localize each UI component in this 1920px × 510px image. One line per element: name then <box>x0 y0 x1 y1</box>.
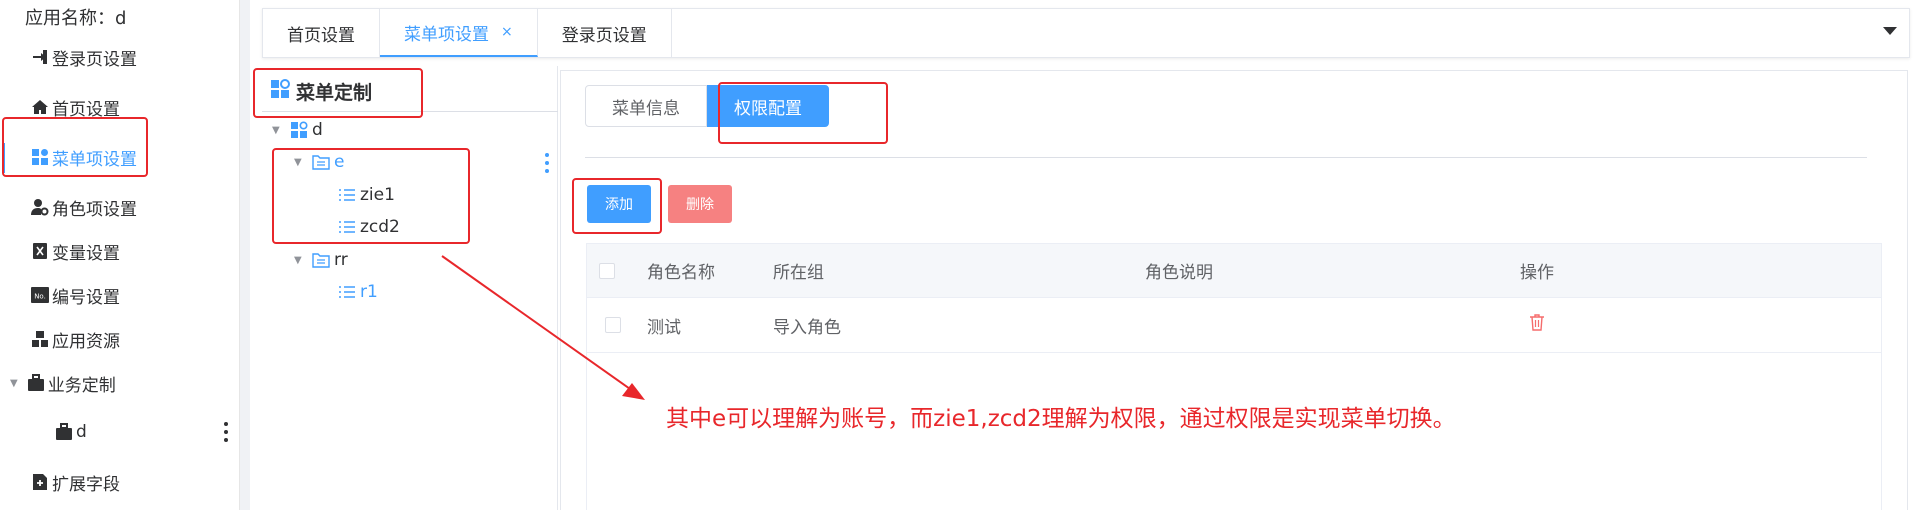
tree-node-label: d <box>312 120 323 140</box>
sidebar-item-label: 编号设置 <box>52 287 120 308</box>
tree-header: 菜单定制 <box>270 76 550 106</box>
tab-login-settings[interactable]: 登录页设置 <box>538 9 672 57</box>
list-icon <box>338 218 356 236</box>
column-header: 角色说明 <box>1145 263 1213 283</box>
sidebar-item-label: 业务定制 <box>47 375 116 396</box>
tree-node-r1[interactable]: r1 <box>338 278 378 306</box>
sub-tabs: 菜单信息 权限配置 <box>585 85 829 127</box>
table-header: 角色名称 所在组 角色说明 操作 <box>587 244 1881 298</box>
annotation-arrow <box>441 255 645 400</box>
tree-node-e[interactable]: ▼ e <box>294 148 344 176</box>
tab-permission-config[interactable]: 权限配置 <box>707 85 829 127</box>
sidebar-scroll-strip <box>240 0 250 510</box>
sidebar-item-menu-settings[interactable]: 菜单项设置 <box>0 135 240 179</box>
sidebar-item-label: 登录页设置 <box>52 49 137 70</box>
tree-node-rr[interactable]: ▼ rr <box>294 246 348 274</box>
tree-node-label: rr <box>334 250 348 270</box>
content-panel: 菜单信息 权限配置 添加 删除 角色名称 所在组 角色说明 操作 测试 导入角色 <box>560 70 1908 510</box>
column-header: 操作 <box>1520 263 1554 283</box>
table-row[interactable]: 测试 导入角色 <box>587 298 1881 353</box>
sidebar-item-business-custom[interactable]: ▼ 业务定制 <box>0 361 240 405</box>
sidebar-item-role-settings[interactable]: 角色项设置 <box>0 185 240 229</box>
list-icon <box>338 186 356 204</box>
group-cell: 导入角色 <box>773 317 841 338</box>
sidebar-item-home-settings[interactable]: 首页设置 <box>0 85 240 129</box>
sidebar: 应用名称：d 登录页设置 首页设置 菜单项设置 角色项设置 变量设置 No. 编… <box>0 0 240 510</box>
grid-icon <box>270 78 290 104</box>
number-icon: No. <box>30 285 50 305</box>
tab-home-settings[interactable]: 首页设置 <box>263 9 380 57</box>
sidebar-item-extension-fields[interactable]: 扩展字段 <box>0 460 240 504</box>
sidebar-item-label: 应用资源 <box>52 331 120 352</box>
tree-node-d[interactable]: ▼ d <box>272 116 323 144</box>
user-gear-icon <box>30 197 50 217</box>
more-options-icon[interactable] <box>224 422 228 442</box>
delete-button[interactable]: 删除 <box>668 185 732 223</box>
list-icon <box>338 283 356 301</box>
annotation-text: 其中e可以理解为账号，而zie1,zcd2理解为权限，通过权限是实现菜单切换。 <box>666 406 1456 432</box>
grid-icon <box>290 121 308 139</box>
app-window: 应用名称：d 登录页设置 首页设置 菜单项设置 角色项设置 变量设置 No. 编… <box>0 0 1920 510</box>
caret-down-icon: ▼ <box>272 124 280 136</box>
tab-label: 权限配置 <box>734 98 802 119</box>
actions-cell <box>1529 298 1545 352</box>
tree-node-label: zcd2 <box>360 217 400 237</box>
sidebar-item-label: 首页设置 <box>52 99 120 120</box>
home-icon <box>30 97 50 117</box>
folder-icon <box>312 251 330 269</box>
role-table: 角色名称 所在组 角色说明 操作 测试 导入角色 <box>586 243 1882 510</box>
caret-down-icon: ▼ <box>10 377 18 389</box>
add-button[interactable]: 添加 <box>587 185 651 223</box>
tree-node-label: r1 <box>360 282 378 302</box>
briefcase-icon <box>26 373 46 393</box>
sidebar-item-label: d <box>76 422 87 442</box>
tree-title: 菜单定制 <box>296 81 373 104</box>
caret-down-icon: ▼ <box>294 156 302 168</box>
column-header: 所在组 <box>773 263 824 283</box>
more-options-icon[interactable] <box>545 153 549 173</box>
tree-divider <box>262 111 558 112</box>
sidebar-item-label: 角色项设置 <box>52 199 137 220</box>
briefcase-icon <box>54 422 74 442</box>
tree-node-label: zie1 <box>360 185 395 205</box>
tab-menu-info[interactable]: 菜单信息 <box>585 85 707 127</box>
sidebar-item-login-settings[interactable]: 登录页设置 <box>0 35 240 79</box>
sidebar-item-label: 扩展字段 <box>52 474 120 495</box>
close-icon[interactable]: × <box>501 24 513 40</box>
cubes-icon <box>30 329 50 349</box>
tab-menu-settings[interactable]: 菜单项设置 × <box>380 9 538 57</box>
tree-node-zie1[interactable]: zie1 <box>338 181 395 209</box>
chevron-down-icon[interactable] <box>1883 27 1897 35</box>
sidebar-item-business-d[interactable]: d <box>0 410 240 454</box>
tab-label: 首页设置 <box>287 25 355 46</box>
grid-icon <box>30 147 50 167</box>
svg-text:No.: No. <box>34 293 46 301</box>
sidebar-item-variable-settings[interactable]: 变量设置 <box>0 229 240 273</box>
tab-label: 登录页设置 <box>561 25 647 46</box>
login-icon <box>30 47 50 67</box>
variable-icon <box>30 241 50 261</box>
caret-down-icon: ▼ <box>294 254 302 266</box>
divider <box>585 157 1867 158</box>
sidebar-item-label: 变量设置 <box>52 243 120 264</box>
tab-label: 菜单信息 <box>612 98 680 119</box>
folder-icon <box>312 153 330 171</box>
extend-icon <box>30 472 50 492</box>
sidebar-item-number-settings[interactable]: No. 编号设置 <box>0 273 240 317</box>
app-name: 应用名称：d <box>25 8 127 29</box>
tree-node-label: e <box>334 152 345 172</box>
tab-bar: 首页设置 菜单项设置 × 登录页设置 <box>262 8 1910 58</box>
sidebar-item-app-resources[interactable]: 应用资源 <box>0 317 240 361</box>
tree-node-zcd2[interactable]: zcd2 <box>338 213 400 241</box>
trash-icon[interactable] <box>1529 314 1545 336</box>
tab-label: 菜单项设置 <box>404 24 489 45</box>
sidebar-item-label: 菜单项设置 <box>52 149 137 170</box>
